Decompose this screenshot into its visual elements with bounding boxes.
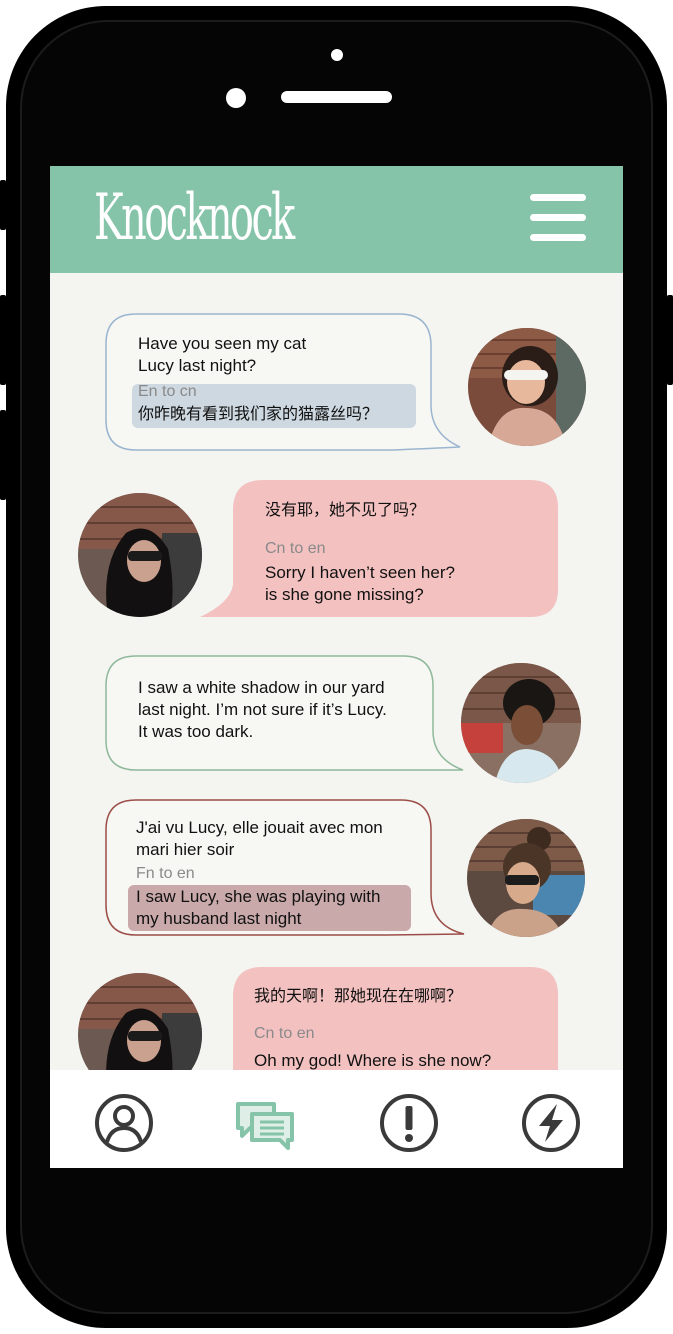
mute-switch <box>0 180 6 230</box>
tab-profile[interactable] <box>93 1092 155 1154</box>
lightning-icon <box>522 1094 580 1152</box>
avatar[interactable] <box>461 663 581 783</box>
message-5-translation-line-1: Oh my god! Where is she now? <box>254 1051 492 1070</box>
message-3-line-3: It was too dark. <box>138 722 254 741</box>
tab-quick[interactable] <box>520 1092 582 1154</box>
message-4-translation-line-1: I saw Lucy, she was playing with <box>136 887 381 906</box>
message-1-translation-label: En to cn <box>138 383 197 400</box>
chat-icon <box>236 1102 294 1150</box>
volume-down-button <box>0 410 6 500</box>
avatar[interactable] <box>78 493 202 617</box>
app-logo: Knocknock <box>94 181 295 255</box>
message-4-translation-label: Fn to en <box>136 865 195 882</box>
tab-alerts[interactable] <box>378 1092 440 1154</box>
message-5-translation-label: Cn to en <box>254 1025 315 1042</box>
message-2-translation-line-2: is she gone missing? <box>265 585 424 604</box>
front-camera <box>331 49 343 61</box>
earpiece-speaker <box>281 91 392 103</box>
message-3-line-1: I saw a white shadow in our yard <box>138 678 385 697</box>
proximity-sensor <box>226 88 246 108</box>
message-1-line-2: Lucy last night? <box>138 356 257 375</box>
profile-icon <box>95 1094 153 1152</box>
alert-icon <box>380 1094 438 1152</box>
message-4-translation-line-2: my husband last night <box>136 909 302 928</box>
app-header: Knocknock <box>50 166 623 273</box>
bottom-tab-bar <box>50 1070 623 1168</box>
volume-up-button <box>0 295 6 385</box>
power-button <box>667 295 673 385</box>
message-2-line-1: 没有耶，她不见了吗？ <box>265 500 426 519</box>
message-2-translation-label: Cn to en <box>265 540 326 557</box>
message-2-translation-line-1: Sorry I haven’t seen her? <box>265 563 455 582</box>
chat-thread[interactable]: Have you seen my cat Lucy last night? En… <box>50 273 623 1070</box>
message-1-line-1: Have you seen my cat <box>138 334 307 353</box>
avatar[interactable] <box>467 819 585 937</box>
app-screen: Knocknock Have you seen my cat Lucy last… <box>50 166 623 1168</box>
tab-chat[interactable] <box>234 1092 298 1154</box>
message-1-translation: 你昨晚有看到我们家的猫露丝吗？ <box>138 404 379 423</box>
message-3-line-2: last night. I’m not sure if it’s Lucy. <box>138 700 387 719</box>
message-5-line-1: 我的天啊！那她现在在哪啊？ <box>254 986 463 1005</box>
message-4-line-1: J'ai vu Lucy, elle jouait avec mon <box>136 818 383 837</box>
hamburger-menu-icon[interactable] <box>530 194 586 242</box>
message-4-line-2: mari hier soir <box>136 840 235 859</box>
avatar[interactable] <box>468 328 586 446</box>
